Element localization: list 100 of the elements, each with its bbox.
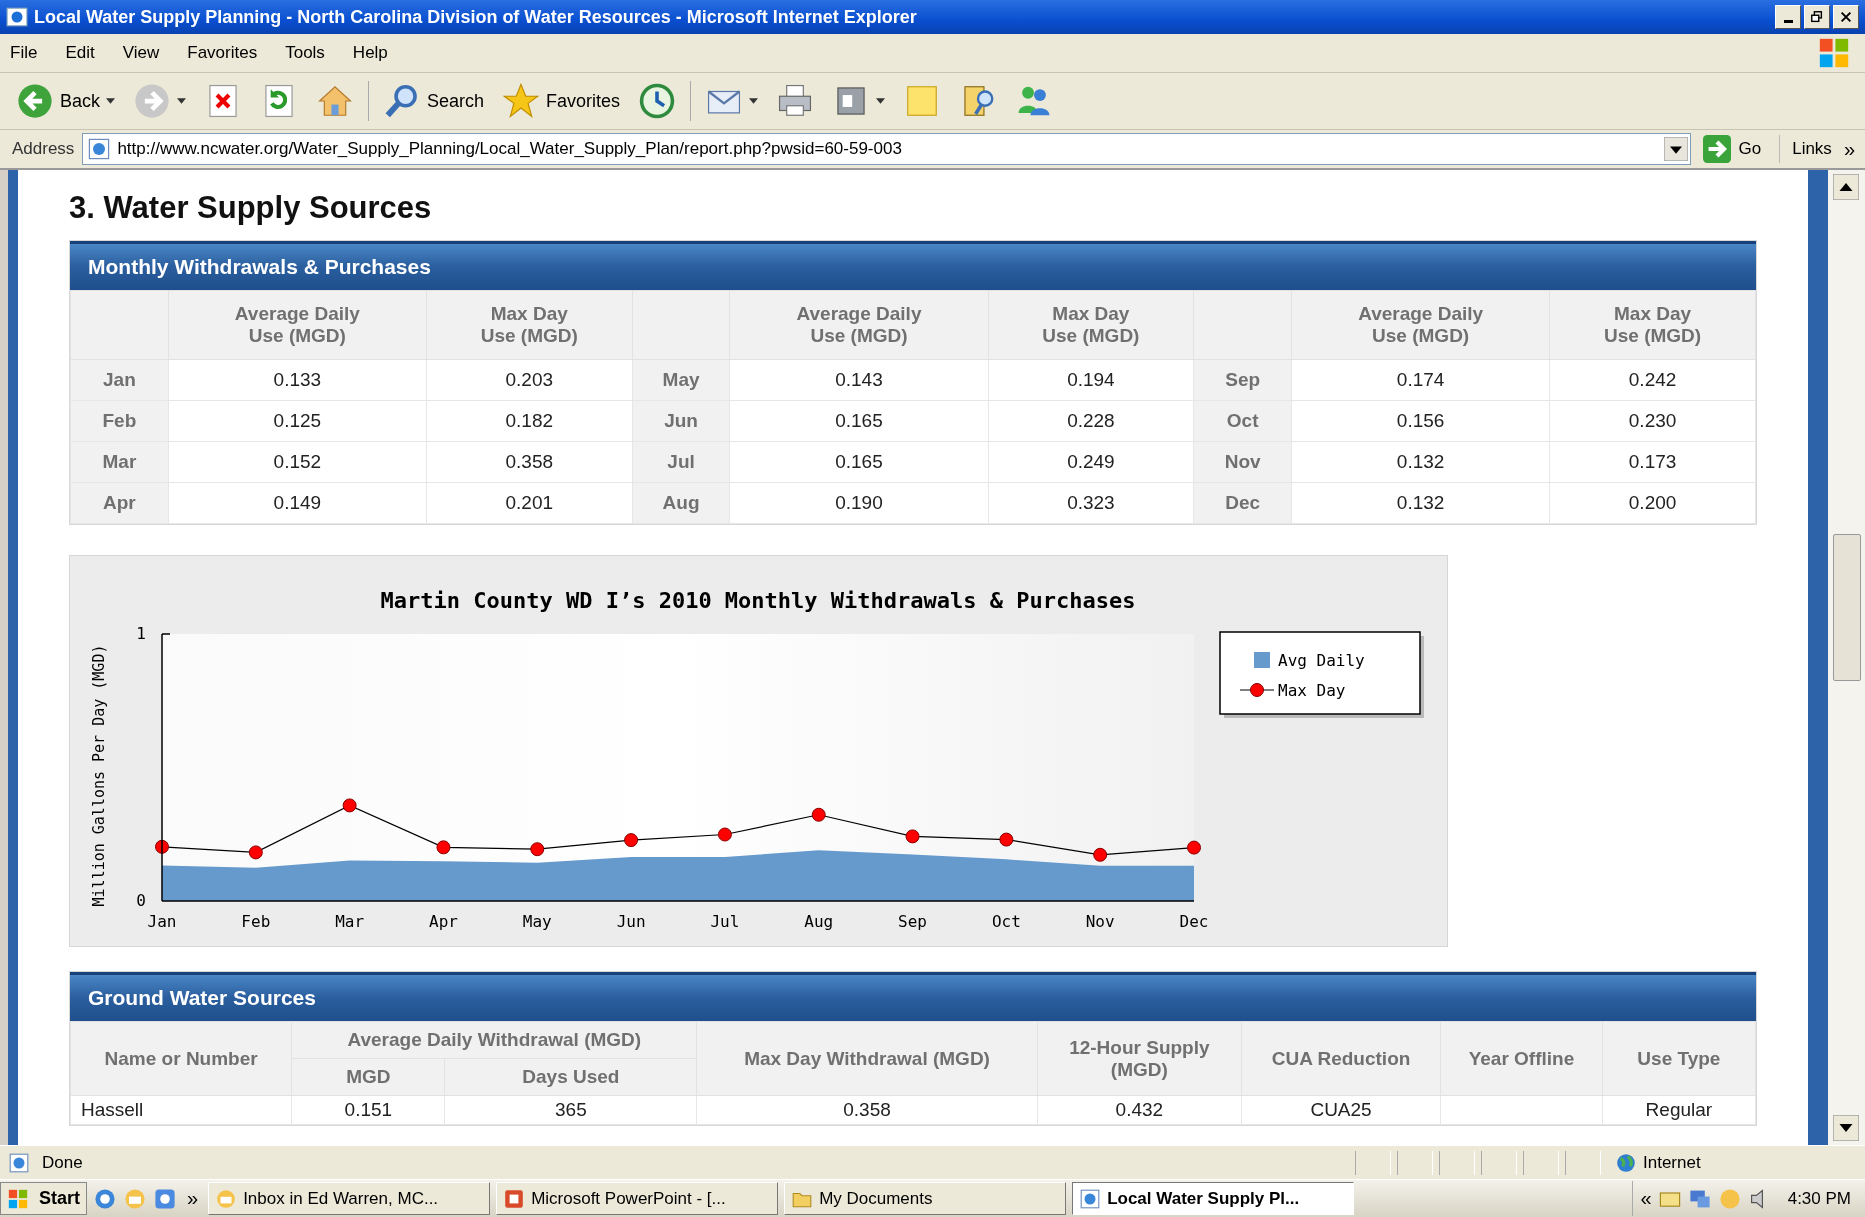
section-header: Monthly Withdrawals & Purchases (70, 241, 1756, 290)
data-point (905, 829, 920, 844)
table-cell: 0.125 (168, 400, 427, 442)
flag-logo-icon (1817, 36, 1851, 70)
menu-item[interactable]: Favorites (187, 43, 258, 63)
data-point (624, 833, 639, 848)
column-header: Max Day Use (MGD) (988, 290, 1194, 360)
search-button[interactable]: Search (379, 80, 489, 122)
zone-indicator: Internet (1607, 1151, 1865, 1174)
data-point (530, 842, 545, 857)
month-cell: Aug (632, 482, 730, 524)
menu-item[interactable]: Help (352, 43, 388, 63)
table-cell: Regular (1602, 1095, 1756, 1125)
table-cell: 0.358 (426, 441, 633, 483)
status-pane (1523, 1150, 1559, 1175)
chevron-button[interactable]: » (1843, 137, 1855, 161)
column-header: Use Type (1602, 1021, 1756, 1096)
clock-icon (638, 82, 677, 120)
vertical-scrollbar[interactable] (1828, 170, 1865, 1145)
window-title: Local Water Supply Planning - North Carolina Division of Water Resources - Microsoft Internet Explorer (34, 6, 917, 28)
legend-label: Max Day (1278, 681, 1346, 700)
table-cell: 0.249 (988, 441, 1194, 483)
menu-item[interactable]: View (122, 43, 160, 63)
minimize-button[interactable] (1775, 5, 1801, 29)
scroll-thumb[interactable] (1833, 534, 1861, 681)
axis-tick-label: Jul (710, 912, 740, 931)
axis-title: Million Gallons Per Day (MGD) (90, 644, 108, 907)
axis-tick-label: 1 (136, 624, 146, 643)
month-cell: Sep (1193, 359, 1292, 401)
status-pane (1565, 1150, 1601, 1175)
arrow-right-icon (1702, 135, 1731, 163)
chevron-button[interactable]: « (1640, 1187, 1652, 1210)
favorites-button[interactable]: Favorites (498, 80, 625, 122)
caret-icon (876, 98, 886, 104)
address-label: Address (12, 139, 75, 159)
table-cell: 365 (444, 1095, 697, 1125)
column-header: CUA Reduction (1241, 1021, 1441, 1096)
taskbar-button[interactable]: Inbox in Ed Warren, MC... (208, 1182, 491, 1215)
chevron-button[interactable]: » (187, 1187, 199, 1210)
column-header: 12-Hour Supply (MGD) (1037, 1021, 1242, 1096)
menu-item[interactable]: Edit (65, 43, 95, 63)
table-cell: 0.174 (1291, 359, 1550, 401)
column-header: Average Daily Withdrawal (MGD) (291, 1021, 697, 1059)
section-header: Ground Water Sources (70, 972, 1756, 1021)
column-header: Name or Number (70, 1021, 292, 1096)
axis-tick-label: Jan (147, 912, 177, 931)
table-cell: 0.358 (696, 1095, 1038, 1125)
section-heading: 3. Water Supply Sources (69, 190, 433, 226)
status-text: Done (42, 1152, 84, 1173)
table-cell: 0.190 (729, 482, 988, 524)
start-button[interactable]: Start (0, 1182, 87, 1215)
table-cell: 0.152 (168, 441, 427, 483)
caret-icon (106, 98, 116, 104)
clock: 4:30 PM (1787, 1188, 1851, 1209)
table-cell: 0.173 (1549, 441, 1756, 483)
restore-button[interactable] (1804, 5, 1830, 29)
browser-icon[interactable] (93, 1186, 117, 1211)
axis-tick-label: Mar (335, 912, 365, 931)
table-cell: 0.132 (1291, 441, 1550, 483)
menu-item[interactable]: File (10, 43, 38, 63)
taskbar-button[interactable]: Local Water Supply Pl... (1072, 1182, 1355, 1215)
table-cell: 0.143 (729, 359, 988, 401)
axis-tick-label: Oct (991, 912, 1021, 931)
back-button[interactable]: Back (12, 80, 120, 122)
menu-item[interactable]: Tools (285, 43, 325, 63)
month-cell: Jun (632, 400, 730, 442)
taskbar-button[interactable]: My Documents (784, 1182, 1067, 1215)
status-pane (1439, 1150, 1475, 1175)
slides-icon[interactable] (153, 1186, 177, 1211)
status-pane (1355, 1150, 1391, 1175)
column-header: Max Day Use (MGD) (426, 290, 633, 360)
slides-icon (503, 1187, 526, 1210)
axis-tick-label: Feb (241, 912, 271, 931)
minimize-icon (1783, 19, 1793, 23)
go-button[interactable]: Go (1698, 135, 1781, 163)
star-icon (502, 82, 541, 120)
axis-tick-label: Aug (804, 912, 834, 931)
table-cell: 0.151 (291, 1095, 445, 1125)
scroll-down-icon[interactable] (1833, 1115, 1859, 1141)
table-cell: 0.242 (1549, 359, 1756, 401)
month-cell: Apr (70, 482, 169, 524)
address-field[interactable]: http://www.ncwater.org/Water_Supply_Planning/Local_Water_Supply_Plan/report.php?pwsid=60-59-003 (82, 133, 1691, 165)
taskbar-button[interactable]: Microsoft PowerPoint - [... (496, 1182, 779, 1215)
globe-icon (1615, 1151, 1637, 1174)
dropdown-arrow-icon[interactable] (1663, 137, 1688, 161)
table-cell: 0.132 (1291, 482, 1550, 524)
scroll-up-icon[interactable] (1833, 174, 1859, 200)
status-pane (1397, 1150, 1433, 1175)
axis-tick-label: Jun (616, 912, 646, 931)
links-button[interactable]: Links (1788, 139, 1836, 159)
caret-icon (177, 98, 187, 104)
table-cell: 0.432 (1037, 1095, 1242, 1125)
month-cell: Dec (1193, 482, 1292, 524)
axis-tick-label: 0 (136, 891, 146, 910)
close-button[interactable] (1833, 5, 1859, 29)
column-header: Average Daily Use (MGD) (729, 290, 988, 360)
column-header: Days Used (444, 1058, 697, 1096)
month-cell: Nov (1193, 441, 1292, 483)
page-icon (87, 137, 112, 161)
table-cell: 0.228 (988, 400, 1194, 442)
